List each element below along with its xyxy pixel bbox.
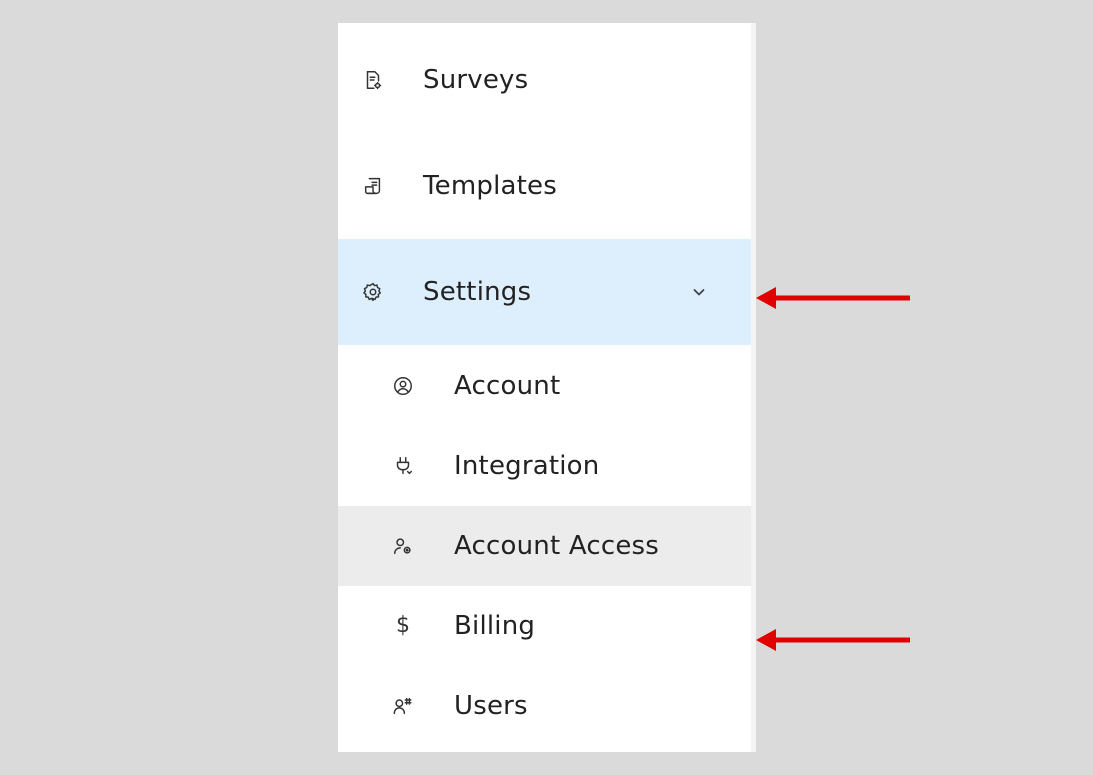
users-icon xyxy=(390,693,416,719)
dollar-icon: $ xyxy=(396,613,410,638)
sidebar-item-label: Templates xyxy=(423,171,557,201)
sidebar-subitem-users[interactable]: Users xyxy=(338,666,752,746)
sidebar-subitem-account[interactable]: Account xyxy=(338,346,752,426)
user-gear-icon xyxy=(390,533,416,559)
sidebar-subitem-integration[interactable]: Integration xyxy=(338,426,752,506)
sidebar-subitem-billing[interactable]: $ Billing xyxy=(338,586,752,666)
sidebar-subitem-label: Billing xyxy=(454,611,536,641)
sidebar-item-settings[interactable]: Settings xyxy=(338,239,752,345)
sidebar-subitem-label: Account Access xyxy=(454,531,660,561)
annotation-arrow-billing xyxy=(754,626,910,654)
plug-icon xyxy=(390,453,416,479)
sidebar-item-surveys[interactable]: Surveys xyxy=(338,27,752,133)
sidebar-subitem-label: Integration xyxy=(454,451,600,481)
chevron-down-icon[interactable] xyxy=(690,283,708,301)
sidebar-subitem-label: Users xyxy=(454,691,528,721)
annotation-arrow-settings xyxy=(754,284,910,312)
sidebar-item-label: Settings xyxy=(423,277,532,307)
template-document-icon xyxy=(360,173,386,199)
survey-document-icon xyxy=(360,67,386,93)
sidebar-item-templates[interactable]: Templates xyxy=(338,133,752,239)
settings-sidebar: Surveys Templates Settings Account Integ… xyxy=(338,23,756,752)
sidebar-item-label: Surveys xyxy=(423,65,529,95)
sidebar-subitem-account-access[interactable]: Account Access xyxy=(338,506,752,586)
account-circle-icon xyxy=(390,373,416,399)
sidebar-subitem-label: Account xyxy=(454,371,561,401)
gear-icon xyxy=(360,279,386,305)
